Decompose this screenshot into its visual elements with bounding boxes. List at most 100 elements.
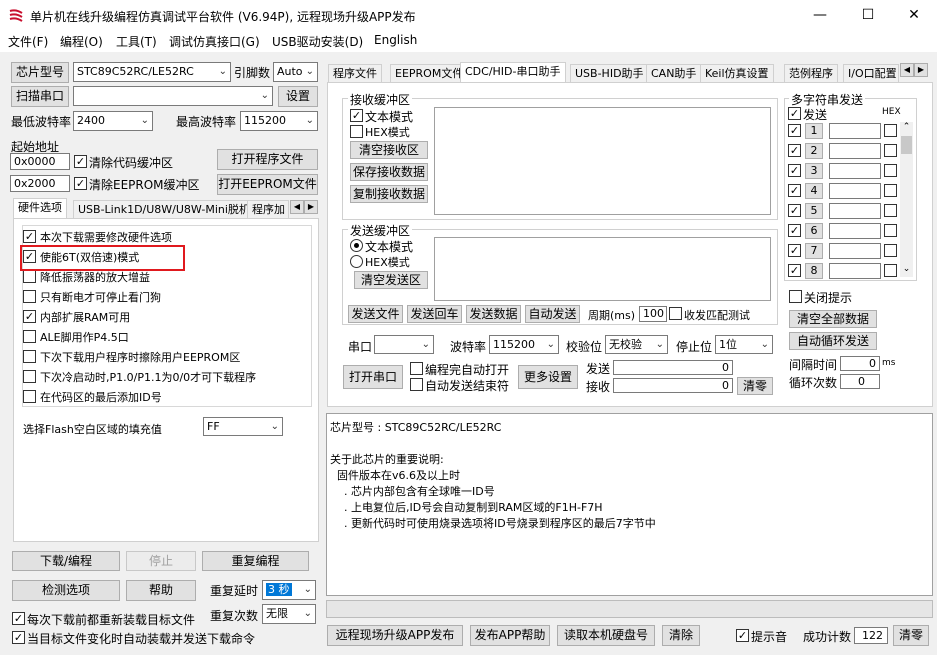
auto-open-checkbox[interactable]	[410, 362, 423, 375]
code-address-input[interactable]: 0x0000	[10, 153, 70, 170]
hw-option-checkbox[interactable]	[23, 330, 36, 343]
multi-send-row-hex-checkbox[interactable]	[884, 164, 897, 177]
remote-upgrade-button[interactable]: 远程现场升级APP发布	[327, 625, 463, 646]
recv-text-mode-checkbox[interactable]: ✓	[350, 109, 363, 122]
send-data-button[interactable]: 发送数据	[466, 305, 521, 323]
menu-program[interactable]: 编程(O)	[60, 33, 103, 50]
right-tab-scroll-left-icon[interactable]: ◀	[900, 63, 914, 77]
multi-scrollbar[interactable]: ⌃ ⌄	[900, 122, 913, 277]
right-tab-scroll-right-icon[interactable]: ▶	[914, 63, 928, 77]
max-baud-select[interactable]: 115200 ⌄	[240, 111, 318, 131]
copy-receive-button[interactable]: 复制接收数据	[350, 185, 428, 203]
publish-help-button[interactable]: 发布APP帮助	[470, 625, 550, 646]
multi-send-row-button[interactable]: 7	[805, 243, 823, 259]
tab-examples[interactable]: 范例程序	[784, 64, 838, 82]
clear-eeprom-checkbox[interactable]: ✓	[74, 177, 87, 190]
maximize-icon[interactable]: ☐	[845, 0, 891, 30]
auto-loop-button[interactable]: 自动循环发送	[789, 332, 877, 350]
multi-send-row-hex-checkbox[interactable]	[884, 144, 897, 157]
hw-option-checkbox[interactable]	[23, 370, 36, 383]
port-select[interactable]: ⌄	[73, 86, 273, 106]
multi-send-row-hex-checkbox[interactable]	[884, 124, 897, 137]
tab-hardware-options[interactable]: 硬件选项	[13, 198, 67, 218]
recv-hex-mode-checkbox[interactable]	[350, 125, 363, 138]
reset-count-button[interactable]: 清零	[893, 625, 929, 646]
send-file-button[interactable]: 发送文件	[348, 305, 403, 323]
send-textarea[interactable]	[434, 237, 771, 301]
check-options-button[interactable]: 检测选项	[12, 580, 120, 601]
auto-end-checkbox[interactable]	[410, 378, 423, 391]
multi-send-row-input[interactable]	[829, 123, 881, 139]
clear-counts-button[interactable]: 清零	[737, 377, 773, 395]
clear-all-button[interactable]: 清空全部数据	[789, 310, 877, 328]
multi-send-row-button[interactable]: 5	[805, 203, 823, 219]
tab-program-encrypt[interactable]: 程序加	[247, 200, 289, 218]
scroll-down-icon[interactable]: ⌄	[900, 264, 913, 276]
repeat-delay-select[interactable]: 3 秒 ⌄	[262, 580, 316, 600]
settings-button[interactable]: 设置	[278, 86, 318, 107]
tip-sound-checkbox[interactable]: ✓	[736, 629, 749, 642]
hw-option-checkbox[interactable]	[23, 390, 36, 403]
stop-button[interactable]: 停止	[126, 551, 196, 571]
download-button[interactable]: 下载/编程	[12, 551, 120, 571]
multi-send-row-hex-checkbox[interactable]	[884, 184, 897, 197]
hw-option-checkbox[interactable]	[23, 290, 36, 303]
min-baud-select[interactable]: 2400 ⌄	[73, 111, 153, 131]
assistant-port-select[interactable]: ⌄	[374, 335, 434, 354]
send-hex-mode-radio[interactable]	[350, 255, 363, 268]
chip-type-button[interactable]: 芯片型号	[11, 62, 69, 83]
clear-send-button[interactable]: 清空发送区	[354, 271, 428, 289]
repeat-count-select[interactable]: 无限 ⌄	[262, 604, 316, 624]
hw-option-checkbox[interactable]: ✓	[23, 310, 36, 323]
multi-send-row-input[interactable]	[829, 243, 881, 259]
tab-scroll-left-icon[interactable]: ◀	[290, 200, 304, 214]
tab-io-config[interactable]: I/O口配置	[843, 64, 899, 82]
open-program-button[interactable]: 打开程序文件	[217, 149, 318, 170]
multi-send-row-checkbox[interactable]: ✓	[788, 124, 801, 137]
multi-send-row-button[interactable]: 6	[805, 223, 823, 239]
multi-send-row-button[interactable]: 8	[805, 263, 823, 279]
period-input[interactable]: 100	[639, 306, 667, 322]
tab-serial-assistant[interactable]: CDC/HID-串口助手	[460, 62, 566, 82]
multi-send-row-checkbox[interactable]: ✓	[788, 244, 801, 257]
tab-can[interactable]: CAN助手	[646, 64, 702, 82]
menu-english[interactable]: English	[374, 33, 417, 47]
multi-send-row-checkbox[interactable]: ✓	[788, 204, 801, 217]
stopbit-select[interactable]: 1位 ⌄	[715, 335, 773, 354]
clear-info-button[interactable]: 清除	[662, 625, 700, 646]
more-settings-button[interactable]: 更多设置	[518, 365, 578, 389]
clear-receive-button[interactable]: 清空接收区	[350, 141, 428, 159]
scroll-up-icon[interactable]: ⌃	[900, 122, 913, 134]
multi-send-row-checkbox[interactable]: ✓	[788, 144, 801, 157]
baud-select[interactable]: 115200 ⌄	[489, 335, 559, 354]
chip-type-select[interactable]: STC89C52RC/LE52RC ⌄	[73, 62, 231, 82]
tab-usb-hid[interactable]: USB-HID助手	[570, 64, 649, 82]
multi-send-all-checkbox[interactable]: ✓	[788, 107, 801, 120]
auto-send-button[interactable]: 自动发送	[525, 305, 580, 323]
multi-send-row-input[interactable]	[829, 223, 881, 239]
tab-program-file[interactable]: 程序文件	[328, 64, 382, 82]
multi-send-row-button[interactable]: 3	[805, 163, 823, 179]
multi-send-row-input[interactable]	[829, 143, 881, 159]
receive-textarea[interactable]	[434, 107, 771, 215]
interval-input[interactable]: 0	[840, 356, 880, 371]
multi-send-row-button[interactable]: 2	[805, 143, 823, 159]
multi-send-row-input[interactable]	[829, 163, 881, 179]
tab-eeprom-file[interactable]: EEPROM文件	[390, 64, 469, 82]
close-tip-checkbox[interactable]	[789, 290, 802, 303]
send-return-button[interactable]: 发送回车	[407, 305, 462, 323]
parity-select[interactable]: 无校验 ⌄	[605, 335, 668, 354]
hw-option-checkbox[interactable]	[23, 350, 36, 363]
multi-send-row-checkbox[interactable]: ✓	[788, 164, 801, 177]
multi-send-row-hex-checkbox[interactable]	[884, 244, 897, 257]
multi-send-row-checkbox[interactable]: ✓	[788, 184, 801, 197]
open-port-button[interactable]: 打开串口	[343, 365, 403, 389]
pins-select[interactable]: Auto ⌄	[273, 62, 318, 82]
hw-option-checkbox[interactable]: ✓	[23, 230, 36, 243]
send-text-mode-radio[interactable]	[350, 239, 363, 252]
auto-send-download-checkbox[interactable]: ✓	[12, 631, 25, 644]
menu-tools[interactable]: 工具(T)	[116, 33, 157, 50]
multi-send-row-button[interactable]: 1	[805, 123, 823, 139]
multi-send-row-hex-checkbox[interactable]	[884, 204, 897, 217]
scan-port-button[interactable]: 扫描串口	[11, 86, 69, 107]
